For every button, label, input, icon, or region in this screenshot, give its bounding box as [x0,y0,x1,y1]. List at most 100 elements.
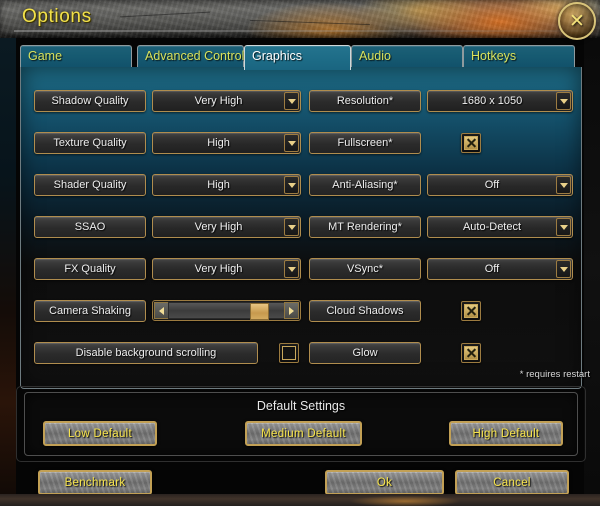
fullscreen-label-button[interactable]: Fullscreen* [309,132,421,154]
high-default-button[interactable]: High Default [449,421,563,446]
fx-quality-label-button[interactable]: FX Quality [34,258,146,280]
button-label: Ok [376,476,393,489]
chevron-down-icon[interactable] [556,92,571,110]
dropdown-value: Very High [194,95,243,107]
setting-row-glow: Glow [309,342,571,364]
glow-label-button[interactable]: Glow [309,342,421,364]
mt-rendering-label-button[interactable]: MT Rendering* [309,216,421,238]
camera-shaking-label-button[interactable]: Camera Shaking [34,300,146,322]
benchmark-button[interactable]: Benchmark [38,470,152,495]
tab-game[interactable]: Game [20,45,132,69]
camera-shaking-slider[interactable] [152,300,301,321]
setting-row-camera-shaking: Camera Shaking [34,300,301,322]
setting-row-disable-background-scrolling: Disable background scrolling [34,342,299,364]
label-text: SSAO [74,221,106,233]
ssao-label-button[interactable]: SSAO [34,216,146,238]
ok-button[interactable]: Ok [325,470,444,495]
fx-quality-dropdown[interactable]: Very High [152,258,301,280]
page-title: Options [22,6,92,27]
setting-row-vsync: VSync* Off [309,258,573,280]
tab-label: Advanced Controls [145,49,251,63]
background-right [584,38,600,494]
dropdown-value: Auto-Detect [462,221,522,233]
shadow-quality-dropdown[interactable]: Very High [152,90,301,112]
texture-quality-dropdown[interactable]: High [152,132,301,154]
tab-graphics[interactable]: Graphics [244,45,351,70]
dropdown-value: High [207,179,230,191]
label-text: Shadow Quality [51,95,129,107]
tab-hotkeys[interactable]: Hotkeys [463,45,575,69]
setting-row-resolution: Resolution* 1680 x 1050 [309,90,573,112]
resolution-dropdown[interactable]: 1680 x 1050 [427,90,573,112]
dropdown-value: Off [484,263,500,275]
shader-quality-dropdown[interactable]: High [152,174,301,196]
slider-right-arrow-icon[interactable] [284,302,299,319]
tab-advanced-controls[interactable]: Advanced Controls [137,45,251,69]
dropdown-value: 1680 x 1050 [461,95,523,107]
tab-bar: Game Advanced Controls Graphics Audio Ho… [20,45,580,70]
disable-background-scrolling-checkbox[interactable] [279,343,299,363]
tab-label: Graphics [252,49,303,63]
anti-aliasing-label-button[interactable]: Anti-Aliasing* [309,174,421,196]
fullscreen-checkbox[interactable] [461,133,481,153]
slider-left-arrow-icon[interactable] [154,302,169,319]
lava-glow-decor [330,494,480,506]
slider-track[interactable] [168,302,285,320]
slider-thumb[interactable] [249,303,269,320]
setting-row-shadow-quality: Shadow Quality Very High [34,90,301,112]
chevron-down-icon[interactable] [556,218,571,236]
shadow-quality-label-button[interactable]: Shadow Quality [34,90,146,112]
chevron-down-icon[interactable] [284,260,299,278]
default-settings-group: Default Settings Low Default Medium Defa… [24,392,578,456]
chevron-down-icon[interactable] [284,92,299,110]
cloud-shadows-checkbox[interactable] [461,301,481,321]
close-x-icon: ✕ [569,10,585,32]
vsync-dropdown[interactable]: Off [427,258,573,280]
label-text: Cloud Shadows [326,305,404,317]
checkbox-box-checked [464,304,478,318]
button-label: Low Default [67,427,133,440]
disable-background-scrolling-label-button[interactable]: Disable background scrolling [34,342,258,364]
setting-row-ssao: SSAO Very High [34,216,301,238]
chevron-down-icon[interactable] [556,260,571,278]
label-text: Glow [352,347,378,359]
label-text: VSync* [346,263,384,275]
resolution-label-button[interactable]: Resolution* [309,90,421,112]
label-text: Texture Quality [53,137,127,149]
texture-quality-label-button[interactable]: Texture Quality [34,132,146,154]
medium-default-button[interactable]: Medium Default [245,421,362,446]
chevron-down-icon[interactable] [284,218,299,236]
dropdown-value: Very High [194,221,243,233]
label-text: Shader Quality [53,179,127,191]
tab-label: Game [28,49,63,63]
button-label: Medium Default [261,427,346,440]
cancel-button[interactable]: Cancel [455,470,569,495]
label-text: Disable background scrolling [75,347,217,359]
setting-row-fx-quality: FX Quality Very High [34,258,301,280]
ssao-dropdown[interactable]: Very High [152,216,301,238]
chevron-down-icon[interactable] [556,176,571,194]
button-label: Cancel [493,476,531,489]
cloud-shadows-label-button[interactable]: Cloud Shadows [309,300,421,322]
anti-aliasing-dropdown[interactable]: Off [427,174,573,196]
default-settings-title: Default Settings [256,399,346,413]
tab-label: Hotkeys [471,49,517,63]
checkbox-box-checked [464,136,478,150]
glow-checkbox[interactable] [461,343,481,363]
low-default-button[interactable]: Low Default [43,421,157,446]
label-text: MT Rendering* [328,221,402,233]
tab-audio[interactable]: Audio [351,45,463,69]
tab-label: Audio [359,49,391,63]
mt-rendering-dropdown[interactable]: Auto-Detect [427,216,573,238]
button-label: High Default [472,427,540,440]
checkbox-box-checked [464,346,478,360]
shader-quality-label-button[interactable]: Shader Quality [34,174,146,196]
background-bottom [0,494,600,506]
chevron-down-icon[interactable] [284,134,299,152]
checkbox-box [282,346,296,360]
chevron-down-icon[interactable] [284,176,299,194]
setting-row-shader-quality: Shader Quality High [34,174,301,196]
setting-row-cloud-shadows: Cloud Shadows [309,300,571,322]
close-button[interactable]: ✕ [558,2,596,40]
vsync-label-button[interactable]: VSync* [309,258,421,280]
